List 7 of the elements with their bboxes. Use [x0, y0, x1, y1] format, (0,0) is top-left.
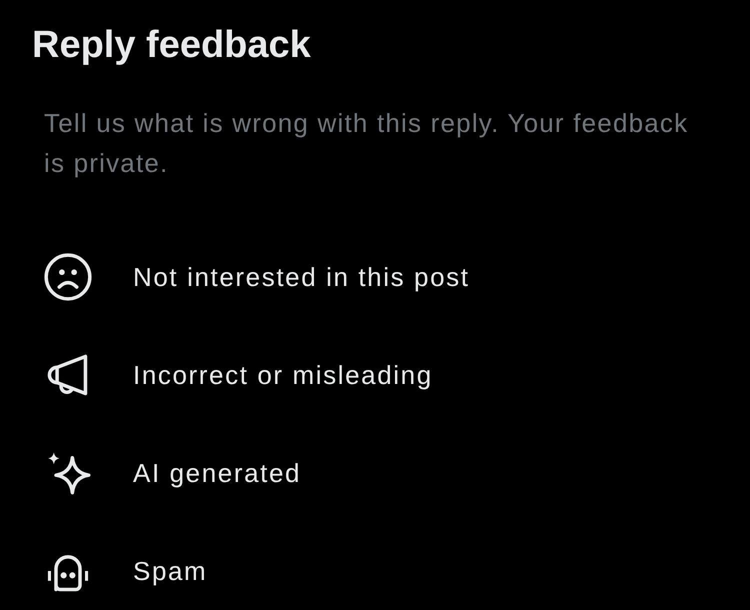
- sad-face-icon: [44, 253, 92, 301]
- description-text: Tell us what is wrong with this reply. Your feedback is private.: [44, 107, 690, 180]
- feedback-option[interactable]: Spam: [0, 546, 750, 596]
- feedback-option[interactable]: AI generated: [0, 448, 750, 498]
- dialog-title: Reply feedback: [32, 23, 311, 68]
- feedback-option[interactable]: Not interested in this post: [0, 252, 750, 302]
- feedback-option[interactable]: Incorrect or misleading: [0, 350, 750, 400]
